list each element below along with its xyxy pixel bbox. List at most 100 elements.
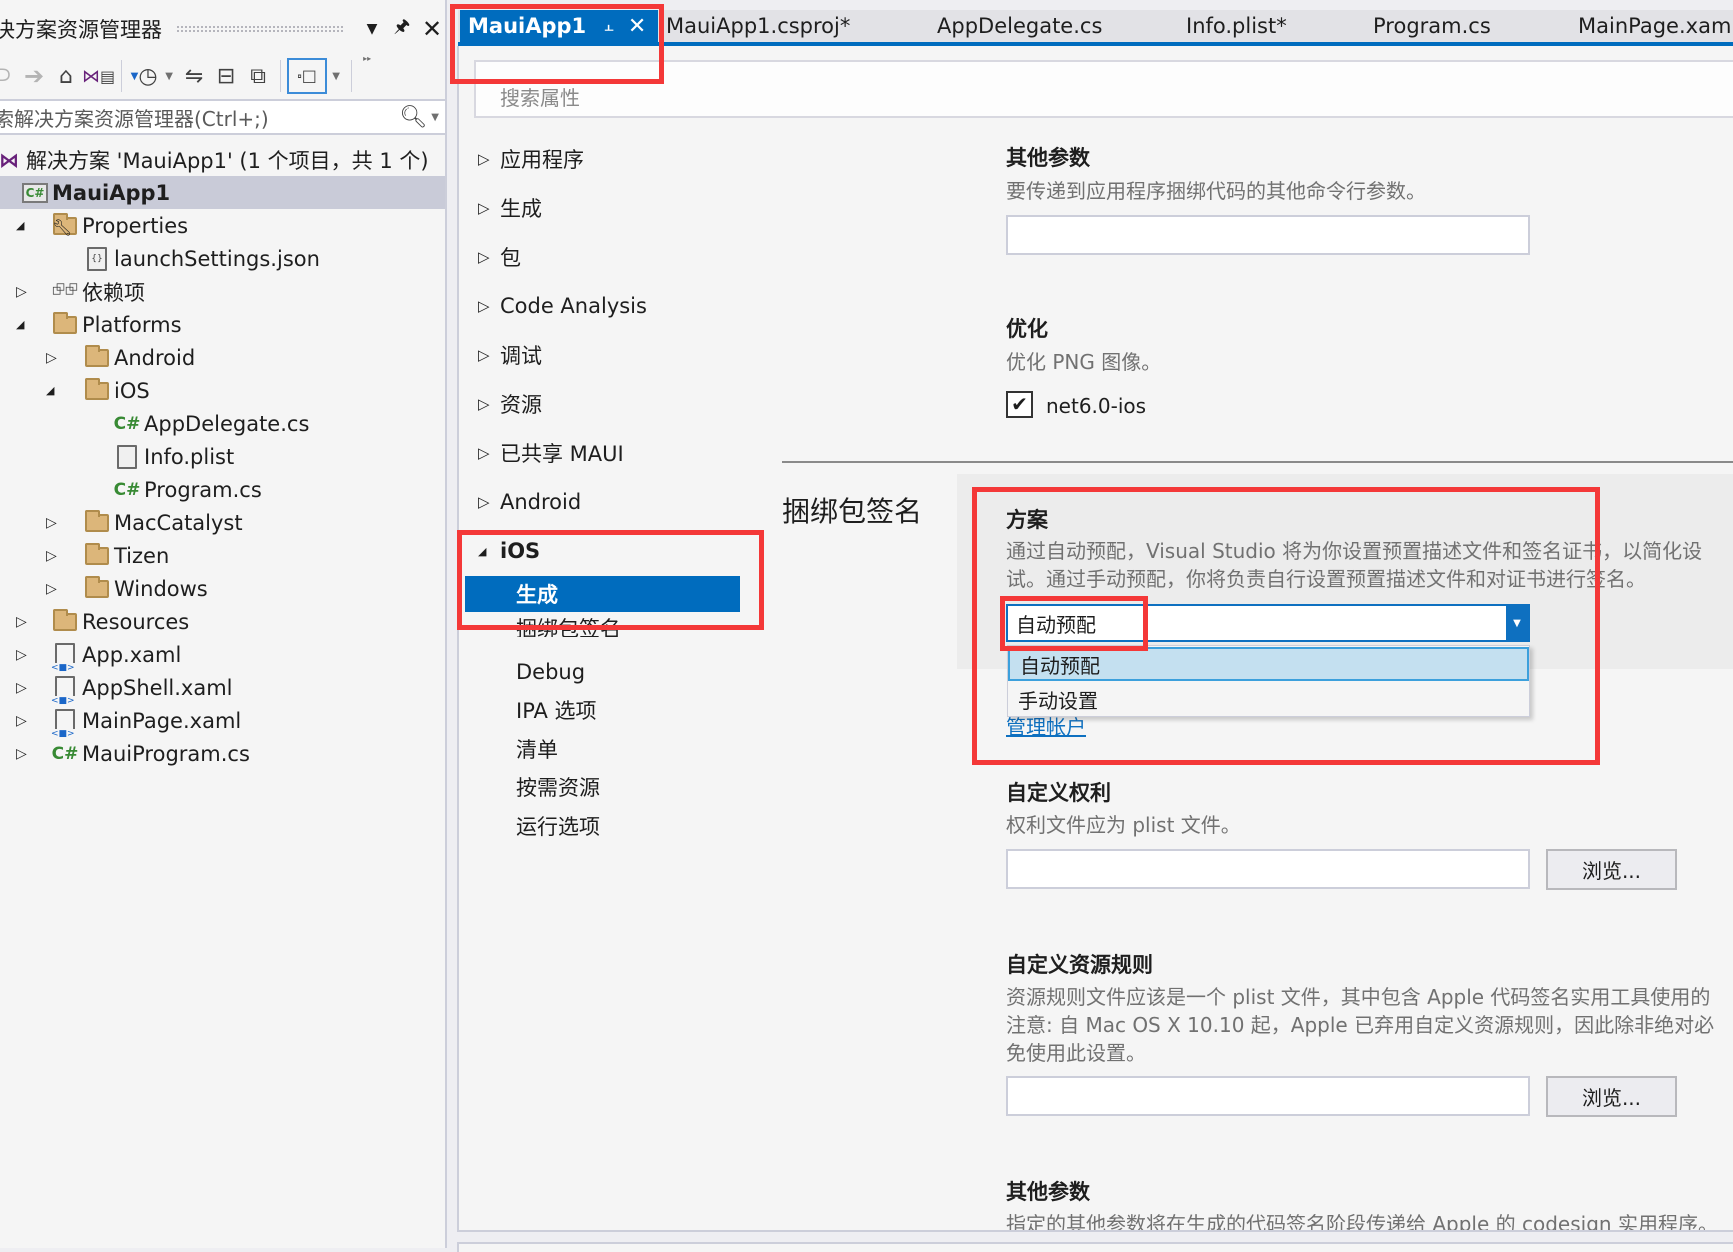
scheme-option-automatic[interactable]: 自动预配	[1008, 647, 1529, 681]
other-args-desc: 要传递到应用程序捆绑代码的其他命令行参数。	[1006, 179, 1426, 203]
collapse-arrow-icon[interactable]: ◢	[16, 318, 30, 332]
pin-icon[interactable]: 🖈	[387, 14, 417, 44]
nav-ios-manifest[interactable]: 清单	[516, 734, 558, 764]
nav-android[interactable]: ▷ Android	[478, 487, 581, 517]
expand-arrow-icon[interactable]: ▷	[16, 681, 30, 695]
tab-appdelegate[interactable]: AppDelegate.cs	[937, 10, 1102, 42]
search-icon[interactable]: 🔍︎	[399, 105, 427, 130]
close-icon[interactable]: ✕	[417, 15, 447, 43]
expand-arrow-icon[interactable]: ▷	[46, 516, 60, 530]
tree-item[interactable]: ▷ Windows	[0, 572, 445, 605]
nav-debug[interactable]: ▷ 调试	[478, 340, 542, 370]
search-options-dropdown-icon[interactable]: ▼	[431, 112, 439, 123]
tab-program-cs[interactable]: Program.cs	[1373, 10, 1491, 42]
tree-item[interactable]: ▷ Android	[0, 341, 445, 374]
title-drag-grip[interactable]	[176, 25, 345, 33]
toolbar-overflow-icon[interactable]: ▸▸	[358, 54, 376, 63]
nav-ios-ipa-options[interactable]: IPA 选项	[516, 695, 597, 725]
tree-item[interactable]: ▷ MainPage.xaml	[0, 704, 445, 739]
nav-label: 应用程序	[500, 148, 584, 172]
tree-item[interactable]: ⋈ 解决方案 'MauiApp1' (1 个项目，共 1 个)	[0, 143, 445, 176]
filter-dropdown-icon[interactable]: ▼	[160, 71, 178, 82]
scheme-desc-line2: 试。通过手动预配，你将负责自行设置预置描述文件和对证书进行签名。	[1006, 567, 1646, 591]
nav-shared-maui[interactable]: ▷ 已共享 MAUI	[478, 438, 624, 468]
resource-rules-browse-button[interactable]: 浏览...	[1546, 1076, 1677, 1117]
entitlements-browse-button[interactable]: 浏览...	[1546, 849, 1677, 890]
nav-ios-on-demand-resources[interactable]: 按需资源	[516, 772, 600, 802]
scheme-title: 方案	[1006, 508, 1048, 532]
back-icon[interactable]: ⮌	[0, 58, 18, 94]
nav-ios-debug[interactable]: Debug	[516, 657, 585, 687]
tree-item[interactable]: Info.plist	[0, 440, 445, 473]
properties-dropdown-icon[interactable]: ▼	[327, 71, 345, 82]
tab-info-plist[interactable]: Info.plist*	[1186, 10, 1287, 42]
tree-item[interactable]: ▷ C# MauiProgram.cs	[0, 737, 445, 770]
tab-mauiapp1[interactable]: MauiApp1 ⫠ ✕	[460, 10, 658, 42]
tree-item[interactable]: C# MauiApp1	[0, 176, 445, 209]
tab-mainpage-xaml[interactable]: MainPage.xaml	[1578, 10, 1733, 42]
nav-package[interactable]: ▷ 包	[478, 242, 521, 272]
expand-arrow-icon[interactable]: ▷	[16, 714, 30, 728]
nav-build[interactable]: ▷ 生成	[478, 193, 542, 223]
pending-changes-filter-icon[interactable]: ▼ ◷	[128, 58, 160, 94]
tree-item[interactable]: ▷ MacCatalyst	[0, 506, 445, 539]
home-icon[interactable]: ⌂	[50, 58, 82, 94]
sync-with-document-icon[interactable]: ⇋	[178, 58, 210, 94]
properties-view-icon[interactable]: ⬞□	[287, 58, 328, 94]
tree-item[interactable]: ▷ Tizen	[0, 539, 445, 572]
tree-item-label: Program.cs	[144, 477, 262, 502]
tab-csproj[interactable]: MauiApp1.csproj*	[666, 10, 850, 42]
tree-item[interactable]: ▷ Resources	[0, 605, 445, 638]
entitlements-input[interactable]	[1006, 849, 1530, 889]
tree-item[interactable]: ▷ AppShell.xaml	[0, 671, 445, 706]
solution-explorer-search[interactable]: 索解决方案资源管理器(Ctrl+;) 🔍︎ ▼	[0, 99, 445, 135]
tree-item-label: MauiApp1	[52, 180, 171, 205]
window-position-dropdown-icon[interactable]: ▼	[357, 21, 387, 37]
nav-code-analysis[interactable]: ▷ Code Analysis	[478, 291, 647, 321]
expand-arrow-icon[interactable]: ▷	[46, 582, 60, 596]
optimize-checkbox-label: net6.0-ios	[1046, 394, 1147, 418]
expand-arrow-icon[interactable]: ▷	[16, 615, 30, 629]
nav-ios[interactable]: ◢ iOS	[478, 536, 540, 566]
expand-arrow-icon[interactable]: ▷	[16, 285, 30, 299]
tree-item[interactable]: ◢ Platforms	[0, 308, 445, 341]
resource-rules-title: 自定义资源规则	[1006, 953, 1153, 977]
expand-arrow-icon: ▷	[478, 493, 490, 511]
chevron-down-icon[interactable]: ▼	[1506, 606, 1528, 640]
show-all-files-icon[interactable]: ⧉	[242, 58, 274, 94]
expand-arrow-icon[interactable]: ▷	[46, 351, 60, 365]
expand-arrow-icon[interactable]: ▷	[46, 549, 60, 563]
scheme-option-manual[interactable]: 手动设置	[1008, 682, 1529, 716]
collapse-arrow-icon[interactable]: ◢	[46, 384, 60, 398]
tree-item[interactable]: ▷ App.xaml	[0, 638, 445, 673]
resource-rules-input[interactable]	[1006, 1076, 1530, 1116]
tree-item[interactable]: ◢ 🔧︎ Properties	[0, 209, 445, 242]
toolbar-separator	[280, 60, 282, 92]
tree-item[interactable]: ◢ iOS	[0, 374, 445, 407]
tab-label: AppDelegate.cs	[937, 14, 1103, 38]
switch-views-icon[interactable]: ⋈ ▤	[82, 58, 115, 94]
expand-arrow-icon[interactable]: ▷	[16, 648, 30, 662]
tree-item[interactable]: ▷ ⮺⮺ 依赖项	[0, 275, 445, 308]
resource-rules-desc-line2: 注意: 自 Mac OS X 10.10 起，Apple 已弃用自定义资源规则，…	[1006, 1013, 1715, 1037]
nav-resources[interactable]: ▷ 资源	[478, 389, 542, 419]
tree-item[interactable]: C# Program.cs	[0, 473, 445, 506]
scheme-combobox[interactable]: 自动预配 ▼	[1006, 604, 1530, 642]
optimize-png-checkbox[interactable]: ✔	[1006, 391, 1033, 418]
nav-ios-build-selected[interactable]: 生成	[465, 576, 740, 612]
scheme-selected-value: 自动预配	[1016, 612, 1096, 637]
expand-arrow-icon[interactable]: ▷	[16, 747, 30, 761]
nav-ios-bundle-signing[interactable]: 捆绑包签名	[516, 617, 621, 637]
collapse-all-icon[interactable]: ⊟	[210, 58, 242, 94]
tab-pin-icon[interactable]: ⫠	[604, 16, 614, 36]
properties-folder-icon: 🔧︎	[52, 213, 78, 238]
tree-item[interactable]: C# AppDelegate.cs	[0, 407, 445, 440]
nav-ios-run-options[interactable]: 运行选项	[516, 811, 600, 841]
nav-application[interactable]: ▷ 应用程序	[478, 144, 584, 174]
properties-search-input[interactable]: 搜索属性	[474, 60, 1733, 118]
tree-item[interactable]: {} launchSettings.json	[0, 242, 445, 275]
forward-icon[interactable]: ➔	[18, 58, 50, 94]
tab-close-icon[interactable]: ✕	[628, 14, 646, 39]
collapse-arrow-icon[interactable]: ◢	[16, 219, 30, 233]
other-args-input[interactable]	[1006, 215, 1530, 255]
